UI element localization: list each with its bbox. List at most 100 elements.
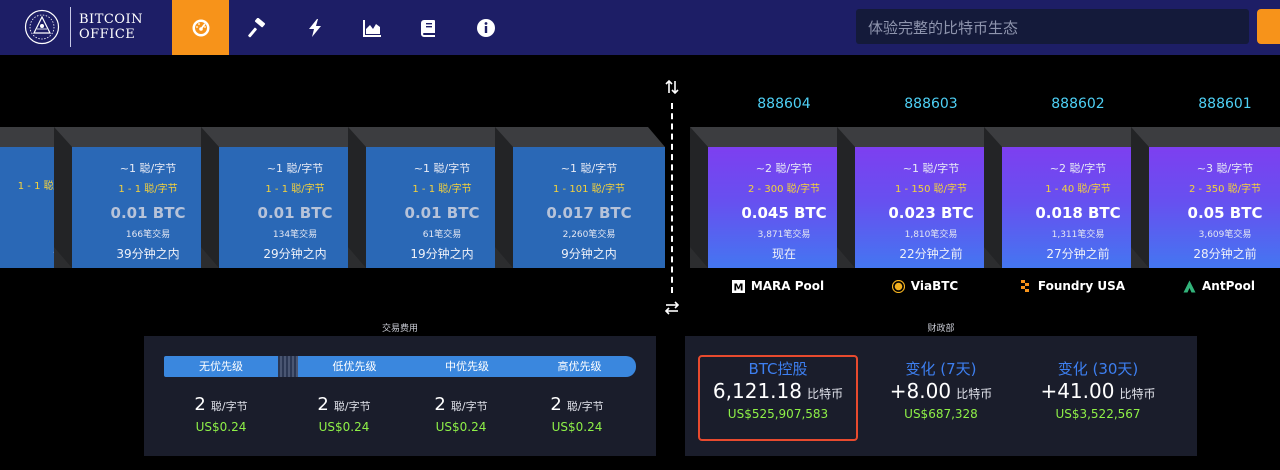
miner-name: ViaBTC xyxy=(910,279,959,293)
block-tx-count: 2,260笔交易 xyxy=(562,230,616,240)
logo-wordmark: BITCOIN OFFICE xyxy=(79,12,143,42)
fee-usd-value: US$0.24 xyxy=(551,420,603,434)
area-chart-icon xyxy=(362,19,381,37)
mined-block[interactable]: ~2 聪/字节 2 - 300 聪/字节 0.045 BTC 3,871笔交易 … xyxy=(690,127,860,268)
stat-usd: US$687,328 xyxy=(904,407,978,421)
fee-usd-value: US$0.24 xyxy=(195,420,247,434)
priority-none-label: 无优先级 xyxy=(164,356,278,377)
main-nav xyxy=(172,0,514,55)
btc-holdings-stat: BTC控股 6,121.18 比特币 US$525,907,583 xyxy=(698,358,858,421)
block-median-fee: ~3 聪/字节 xyxy=(1196,162,1254,175)
search-button[interactable] xyxy=(1257,9,1280,44)
stat-value: +8.00 xyxy=(889,379,952,403)
nav-lightning[interactable] xyxy=(286,0,343,55)
mined-block[interactable]: ~1 聪/字节 1 - 150 聪/字节 0.023 BTC 1,810笔交易 … xyxy=(837,127,1007,268)
nav-about[interactable] xyxy=(457,0,514,55)
priority-low-label: 低优先级 xyxy=(298,356,411,377)
miner-name: Foundry USA xyxy=(1037,279,1126,293)
stat-usd: US$3,522,567 xyxy=(1055,407,1141,421)
viabtc-icon xyxy=(891,279,905,293)
miner-pool-link[interactable]: AntPool xyxy=(1143,279,1280,293)
mara-pool-icon: M xyxy=(731,279,745,293)
transaction-fees-panel: 无优先级 低优先级 中优先级 高优先级 2 聪/字节 US$0.24 2 聪/字… xyxy=(144,336,656,456)
block-tx-count: 3,609笔交易 xyxy=(1198,230,1252,240)
swap-horizontal-icon[interactable] xyxy=(662,300,682,316)
nav-mining[interactable] xyxy=(229,0,286,55)
el-salvador-seal-icon xyxy=(24,9,60,45)
stat-value: 6,121.18 xyxy=(712,379,802,403)
lightning-icon xyxy=(308,18,321,37)
block-height-link[interactable]: 888602 xyxy=(1002,96,1154,112)
fee-estimate-none: 2 聪/字节 US$0.24 xyxy=(162,394,280,434)
fee-rate-value: 2 xyxy=(194,394,206,415)
fee-rate-value: 2 xyxy=(550,394,562,415)
block-eta: 9分钟之内 xyxy=(561,247,617,261)
priority-gap xyxy=(278,356,298,377)
block-fee-range: 2 - 350 聪/字节 xyxy=(1189,184,1261,195)
fee-rate-unit: 聪/字节 xyxy=(566,400,604,413)
treasury-panel: BTC控股 6,121.18 比特币 US$525,907,583 变化 (7天… xyxy=(685,336,1197,456)
nav-dashboard[interactable] xyxy=(172,0,229,55)
fee-estimate-medium: 2 聪/字节 US$0.24 xyxy=(402,394,520,434)
block-height-link[interactable]: 888601 xyxy=(1149,96,1280,112)
block-total: 0.017 BTC xyxy=(546,204,632,222)
stat-unit: 比特币 xyxy=(1119,387,1156,401)
treasury-panel-title: 财政部 xyxy=(927,324,955,334)
foundry-usa-icon xyxy=(1020,279,1029,292)
swap-vertical-icon[interactable] xyxy=(662,79,682,95)
mempool-block[interactable]: ~1 聪/字节 1 - 1 聪/字节 0.01 BTC 166笔交易 39分钟之… xyxy=(54,127,224,268)
fee-estimate-low: 2 聪/字节 US$0.24 xyxy=(285,394,403,434)
priority-medium-label: 中优先级 xyxy=(411,356,523,377)
change-7d-stat: 变化 (7天) +8.00 比特币 US$687,328 xyxy=(861,358,1021,421)
fee-rate-unit: 聪/字节 xyxy=(333,400,371,413)
mined-block[interactable]: ~2 聪/字节 1 - 40 聪/字节 0.018 BTC 1,311笔交易 2… xyxy=(984,127,1154,268)
mempool-block[interactable]: ~1 聪/字节 1 - 1 聪/字节 0.01 BTC 61笔交易 19分钟之内 xyxy=(348,127,518,268)
fee-rate-unit: 聪/字节 xyxy=(210,400,248,413)
mempool-block[interactable]: ~1 聪/字节 1 - 1 聪/字节 0.01 BTC 134笔交易 29分钟之… xyxy=(201,127,371,268)
mined-block[interactable]: ~3 聪/字节 2 - 350 聪/字节 0.05 BTC 3,609笔交易 2… xyxy=(1131,127,1280,268)
fee-rate-unit: 聪/字节 xyxy=(450,400,488,413)
fees-panel-title: 交易费用 xyxy=(381,324,418,334)
stat-unit: 比特币 xyxy=(807,387,844,401)
block-height-link[interactable]: 888603 xyxy=(855,96,1007,112)
fee-rate-value: 2 xyxy=(434,394,446,415)
stat-label: 变化 (7天) xyxy=(905,360,977,378)
miner-pool-link[interactable]: Foundry USA xyxy=(996,279,1148,293)
logo-divider xyxy=(70,7,71,47)
antpool-icon xyxy=(1183,280,1196,292)
miner-pool-link[interactable]: ViaBTC xyxy=(849,279,1001,293)
fee-priority-bar: 无优先级 低优先级 中优先级 高优先级 xyxy=(164,356,636,377)
nav-graphs[interactable] xyxy=(343,0,400,55)
bitcoin-office-logo[interactable]: BITCOIN OFFICE xyxy=(24,6,143,48)
hammer-icon xyxy=(247,17,265,37)
stat-label: 变化 (30天) xyxy=(1057,360,1139,378)
search-input[interactable]: 体验完整的比特币生态 xyxy=(856,9,1249,44)
block-total: 0.05 BTC xyxy=(1187,204,1263,222)
dashboard-icon xyxy=(192,19,209,36)
top-navigation-bar: BITCOIN OFFICE 体验完整的比特币生态 xyxy=(0,0,1280,55)
fee-usd-value: US$0.24 xyxy=(318,420,370,434)
miner-name: MARA Pool xyxy=(750,279,825,293)
logo-line-1: BITCOIN xyxy=(79,12,143,27)
stat-unit: 比特币 xyxy=(956,387,993,401)
block-fee-range: 1 - 101 聪/字节 xyxy=(553,184,625,195)
fee-rate-value: 2 xyxy=(317,394,329,415)
nav-docs[interactable] xyxy=(400,0,457,55)
miner-name: AntPool xyxy=(1202,279,1255,293)
mempool-block[interactable]: ~1 聪/字节 1 - 101 聪/字节 0.017 BTC 2,260笔交易 … xyxy=(495,127,665,268)
info-icon xyxy=(476,18,495,37)
change-30d-stat: 变化 (30天) +41.00 比特币 US$3,522,567 xyxy=(1018,358,1178,421)
block-time: 28分钟之前 xyxy=(1193,247,1257,261)
stat-value: +41.00 xyxy=(1040,379,1115,403)
block-height-link[interactable]: 888604 xyxy=(708,96,860,112)
mempool-chain-divider xyxy=(671,103,673,293)
svg-text:M: M xyxy=(733,282,743,293)
fee-estimate-high: 2 聪/字节 US$0.24 xyxy=(518,394,636,434)
stat-usd: US$525,907,583 xyxy=(727,407,829,421)
fee-usd-value: US$0.24 xyxy=(435,420,487,434)
block-median-fee: ~1 聪/字节 xyxy=(560,162,618,175)
book-icon xyxy=(420,19,435,37)
priority-high-label: 高优先级 xyxy=(523,356,636,377)
miner-pool-link[interactable]: M MARA Pool xyxy=(702,279,854,293)
stat-label: BTC控股 xyxy=(748,360,808,378)
